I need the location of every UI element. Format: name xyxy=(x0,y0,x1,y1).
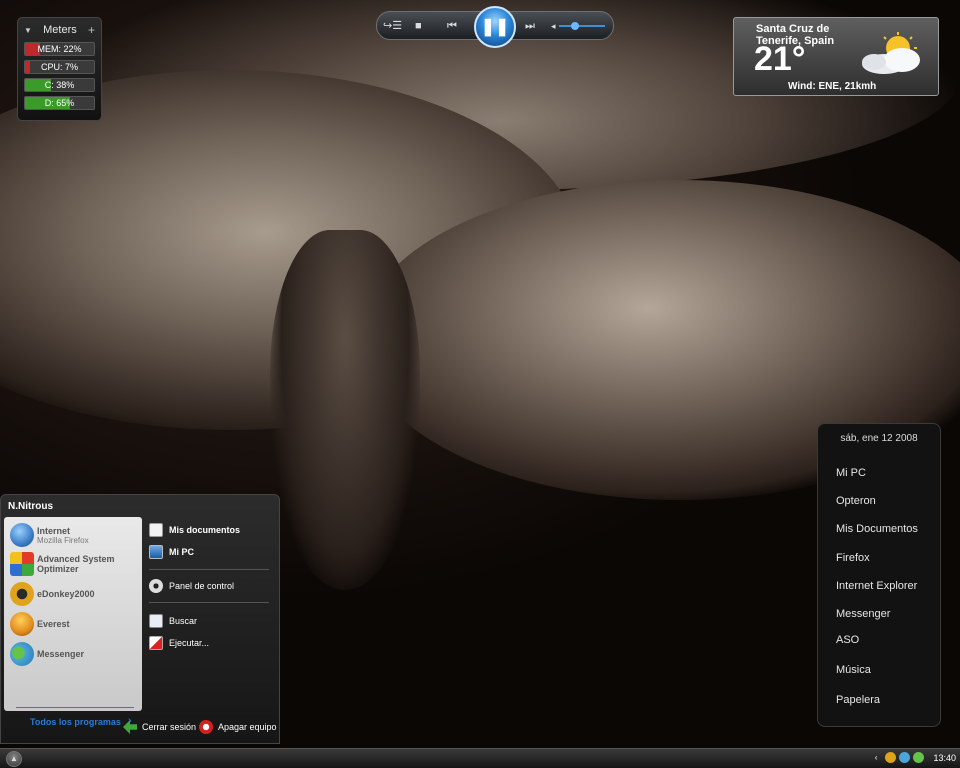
meters-gadget[interactable]: ▼ Meters + MEM: 22% CPU: 7% C: 38% D: 65… xyxy=(17,17,102,121)
logoff-label: Cerrar sesión xyxy=(142,722,197,732)
system-tray: ‹ 13:40 xyxy=(875,752,956,763)
places-computer[interactable]: Mi PC xyxy=(149,545,194,559)
search-label: Buscar xyxy=(169,616,198,626)
add-meter-icon[interactable]: + xyxy=(88,23,95,37)
start-button[interactable]: ▲ xyxy=(6,751,22,767)
program-everest[interactable]: Everest xyxy=(10,612,70,636)
meter-drive-c: C: 38% xyxy=(24,78,95,92)
taskbar: ▲ ‹ 13:40 xyxy=(0,748,960,768)
launcher-date: sáb, ene 12 2008 xyxy=(840,433,918,444)
computer-icon xyxy=(149,545,163,559)
meter-label: MEM: 22% xyxy=(37,44,82,54)
start-menu: N.Nitrous Internet Mozilla Firefox Advan… xyxy=(0,494,280,744)
program-sublabel: Mozilla Firefox xyxy=(37,535,89,545)
meter-label: D: 65% xyxy=(44,98,75,108)
divider xyxy=(149,569,269,570)
shutdown-label: Apagar equipo xyxy=(218,722,277,732)
firefox-icon xyxy=(10,523,34,547)
program-label: Advanced System Optimizer xyxy=(37,554,115,574)
launcher-item-mi-pc[interactable]: Mi PC xyxy=(836,467,866,479)
weather-temperature: 21° xyxy=(754,40,806,78)
meters-header: ▼ Meters + xyxy=(24,22,95,38)
messenger-icon xyxy=(10,642,34,666)
logoff-button[interactable]: Cerrar sesión xyxy=(123,720,196,734)
meter-mem: MEM: 22% xyxy=(24,42,95,56)
launcher-item-messenger[interactable]: Messenger xyxy=(836,608,890,620)
program-edonkey2000[interactable]: eDonkey2000 xyxy=(10,582,95,606)
program-advanced-system-optimizer[interactable]: Advanced System Optimizer xyxy=(10,552,121,576)
chevron-left-icon[interactable]: ‹ xyxy=(875,753,878,762)
partly-cloudy-icon xyxy=(862,32,920,74)
program-messenger[interactable]: Messenger xyxy=(10,642,84,666)
weather-gadget[interactable]: Santa Cruz de Tenerife, Spain 21° Wind: … xyxy=(733,17,939,96)
run-label: Ejecutar... xyxy=(169,638,210,648)
program-label: eDonkey2000 xyxy=(37,589,95,599)
start-menu-username: N.Nitrous xyxy=(8,501,53,512)
edonkey-icon xyxy=(10,582,34,606)
tray-messenger-icon[interactable] xyxy=(899,752,911,763)
volume-slider[interactable] xyxy=(559,25,605,27)
documents-icon xyxy=(149,523,163,537)
control-panel-label: Panel de control xyxy=(169,581,235,591)
optimizer-icon xyxy=(10,552,34,576)
collapse-triangle-icon[interactable]: ▼ xyxy=(24,26,32,35)
run-icon xyxy=(149,636,163,650)
program-label: Everest xyxy=(37,619,70,629)
program-internet[interactable]: Internet Mozilla Firefox xyxy=(10,523,89,547)
pause-icon[interactable]: ❚❚ xyxy=(474,6,516,48)
launcher-item-papelera[interactable]: Papelera xyxy=(836,694,880,706)
places-label: Mis documentos xyxy=(169,525,241,535)
gear-icon xyxy=(149,579,163,593)
launcher-item-firefox[interactable]: Firefox xyxy=(836,552,870,564)
previous-track-icon[interactable]: ⏮ xyxy=(447,18,457,34)
volume-slider-handle[interactable] xyxy=(571,22,579,30)
launcher-item-aso[interactable]: ASO xyxy=(836,634,859,646)
places-documents[interactable]: Mis documentos xyxy=(149,523,240,537)
tray-network-icon[interactable] xyxy=(913,752,925,763)
launcher-item-opteron[interactable]: Opteron xyxy=(836,495,876,507)
program-label: Messenger xyxy=(37,649,85,659)
control-panel-item[interactable]: Panel de control xyxy=(149,579,234,593)
logoff-arrow-icon xyxy=(123,720,137,734)
next-track-icon[interactable]: ⏭ xyxy=(525,18,535,34)
everest-icon xyxy=(10,612,34,636)
program-label: Internet xyxy=(37,525,71,536)
launcher-panel: sáb, ene 12 2008 Mi PC Opteron Mis Docum… xyxy=(817,423,941,727)
meter-label: C: 38% xyxy=(44,80,75,90)
tray-shield-icon[interactable] xyxy=(885,752,897,763)
places-label: Mi PC xyxy=(169,547,195,557)
switch-to-library-icon[interactable]: ↪☰ xyxy=(383,18,402,34)
meter-cpu: CPU: 7% xyxy=(24,60,95,74)
meters-title: Meters xyxy=(43,24,77,36)
launcher-item-musica[interactable]: Música xyxy=(836,664,871,676)
divider xyxy=(16,707,134,708)
launcher-item-mis-documentos[interactable]: Mis Documentos xyxy=(836,523,918,535)
meter-drive-d: D: 65% xyxy=(24,96,95,110)
shutdown-button[interactable]: Apagar equipo xyxy=(199,720,277,734)
weather-wind: Wind: ENE, 21kmh xyxy=(788,81,877,92)
wallpaper-shade xyxy=(270,230,420,590)
search-icon xyxy=(149,614,163,628)
power-icon xyxy=(199,720,213,734)
launcher-item-internet-explorer[interactable]: Internet Explorer xyxy=(836,580,917,592)
media-player-toolbar: ↪☰ ■ ⏮ ❚❚ ⏭ ◂ xyxy=(376,6,614,48)
stop-icon[interactable]: ■ xyxy=(415,18,422,34)
divider xyxy=(149,602,269,603)
meter-label: CPU: 7% xyxy=(40,62,78,72)
pinned-programs-panel: Internet Mozilla Firefox Advanced System… xyxy=(4,517,142,727)
search-item[interactable]: Buscar xyxy=(149,614,197,628)
all-programs-link[interactable]: Todos los programas xyxy=(30,717,121,727)
volume-icon[interactable]: ◂ xyxy=(551,18,556,34)
run-item[interactable]: Ejecutar... xyxy=(149,636,209,650)
taskbar-clock[interactable]: 13:40 xyxy=(933,753,956,763)
